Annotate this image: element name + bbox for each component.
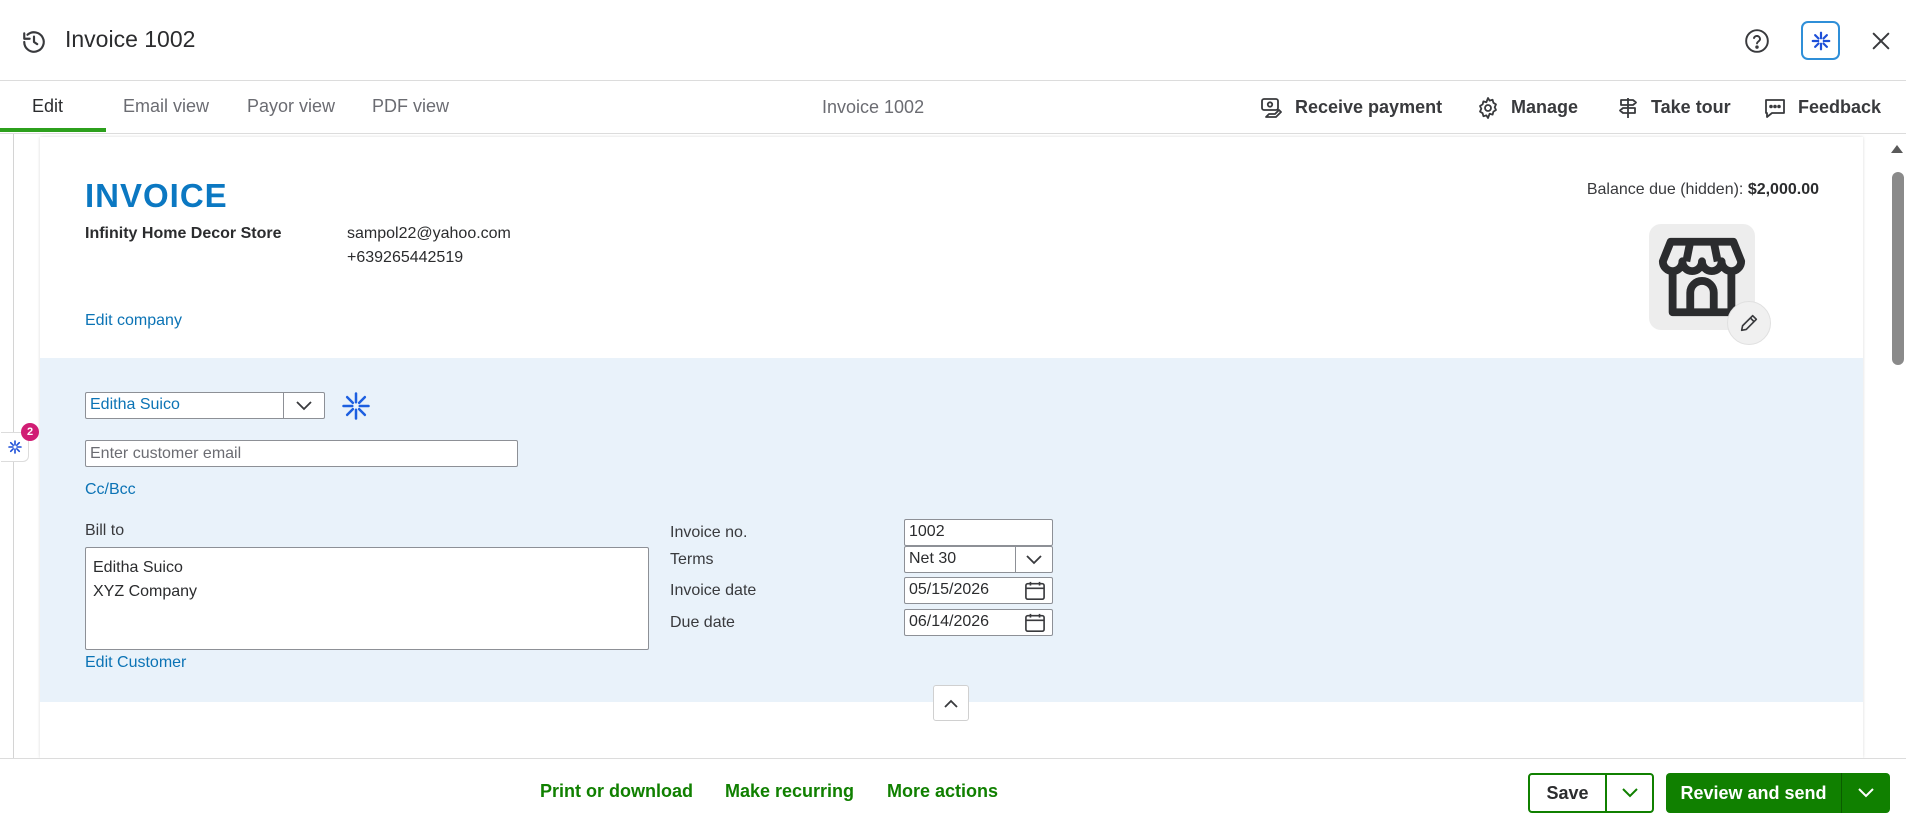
- ai-assistant-icon: [1811, 31, 1830, 50]
- chevron-up-icon: [944, 699, 958, 708]
- tabs-center-title: Invoice 1002: [822, 97, 925, 117]
- invoice-no-input[interactable]: 1002: [904, 519, 1053, 546]
- review-send-button-group: Review and send: [1666, 773, 1890, 813]
- feedback-label: Feedback: [1798, 97, 1882, 117]
- save-button-group: Save: [1528, 773, 1654, 813]
- gear-icon: [1475, 95, 1501, 121]
- calendar-icon[interactable]: [1021, 579, 1049, 602]
- cc-bcc-link[interactable]: Cc/Bcc: [85, 481, 136, 499]
- view-tabs-bar: Edit Email view Payor view PDF view Invo…: [0, 81, 1906, 134]
- bill-to-line-company: XYZ Company: [93, 583, 198, 600]
- ai-assistant-icon: [7, 440, 22, 454]
- chevron-down-icon[interactable]: [1015, 547, 1052, 572]
- pencil-icon: [1740, 314, 1758, 332]
- more-actions-link[interactable]: More actions: [887, 781, 998, 802]
- edit-company-link[interactable]: Edit company: [85, 312, 182, 330]
- company-email: sampol22@yahoo.com: [347, 225, 511, 242]
- feedback-button[interactable]: Feedback: [1762, 81, 1881, 134]
- customer-section: Editha Suico Cc/Bcc Bill to Editha Suico…: [40, 358, 1863, 702]
- balance-due: Balance due (hidden): $2,000.00: [1587, 181, 1819, 199]
- manage-button[interactable]: Manage: [1475, 81, 1578, 134]
- terms-label: Terms: [670, 551, 714, 568]
- invoice-no-value: 1002: [909, 523, 945, 540]
- receive-payment-label: Receive payment: [1295, 97, 1443, 117]
- due-date-input[interactable]: 06/14/2026: [904, 609, 1053, 636]
- due-date-label: Due date: [670, 614, 735, 631]
- notification-badge: 2: [21, 423, 39, 441]
- close-icon[interactable]: [1866, 26, 1896, 56]
- invoice-form: INVOICE Infinity Home Decor Store sampol…: [40, 137, 1863, 758]
- footer-bar: Print or download Make recurring More ac…: [0, 758, 1906, 826]
- balance-due-amount: $2,000.00: [1747, 181, 1819, 198]
- print-or-download-link[interactable]: Print or download: [540, 781, 693, 802]
- history-icon[interactable]: [18, 26, 50, 58]
- terms-select[interactable]: Net 30: [904, 546, 1053, 573]
- scrollbar-thumb[interactable]: [1892, 172, 1904, 365]
- chevron-down-icon: [1621, 788, 1638, 798]
- customer-ai-icon[interactable]: [340, 390, 372, 422]
- customer-select-value: Editha Suico: [90, 396, 180, 413]
- tab-payor-view[interactable]: Payor view: [247, 81, 335, 134]
- take-tour-button[interactable]: Take tour: [1615, 81, 1731, 134]
- customer-email-input[interactable]: [85, 440, 518, 467]
- edit-logo-button[interactable]: [1727, 301, 1771, 345]
- save-button[interactable]: Save: [1530, 775, 1607, 811]
- scroll-up-arrow[interactable]: [1890, 142, 1904, 156]
- customer-select[interactable]: Editha Suico: [85, 392, 325, 419]
- company-phone: +639265442519: [347, 249, 464, 266]
- invoice-no-label: Invoice no.: [670, 524, 748, 541]
- balance-due-label: Balance due (hidden):: [1586, 181, 1748, 198]
- review-and-send-button[interactable]: Review and send: [1666, 773, 1842, 813]
- feedback-icon: [1762, 95, 1788, 121]
- tab-email-view[interactable]: Email view: [123, 81, 209, 134]
- make-recurring-link[interactable]: Make recurring: [725, 781, 854, 802]
- invoice-date-label: Invoice date: [670, 582, 757, 599]
- calendar-icon[interactable]: [1021, 611, 1049, 634]
- edit-customer-link[interactable]: Edit Customer: [85, 654, 186, 672]
- save-options-button[interactable]: [1607, 775, 1652, 811]
- chevron-down-icon: [1858, 788, 1874, 798]
- due-date-value: 06/14/2026: [909, 613, 990, 630]
- chevron-down-icon[interactable]: [283, 393, 324, 418]
- tab-edit[interactable]: Edit: [32, 81, 63, 134]
- bill-to-textarea[interactable]: Editha Suico XYZ Company: [85, 547, 649, 650]
- bill-to-label: Bill to: [85, 522, 125, 539]
- terms-value: Net 30: [909, 550, 957, 567]
- tab-pdf-view[interactable]: PDF view: [372, 81, 449, 134]
- company-name: Infinity Home Decor Store: [85, 225, 282, 242]
- ai-assistant-button[interactable]: [1801, 21, 1840, 60]
- window-title: Invoice 1002: [65, 26, 196, 52]
- active-tab-indicator: [0, 128, 106, 132]
- invoice-heading: INVOICE: [85, 177, 228, 214]
- signpost-icon: [1615, 95, 1641, 121]
- collapse-section-button[interactable]: [933, 685, 969, 721]
- invoice-date-input[interactable]: 05/15/2026: [904, 577, 1053, 604]
- title-bar: Invoice 1002: [0, 0, 1906, 81]
- manage-label: Manage: [1511, 97, 1579, 117]
- receive-payment-icon: [1259, 95, 1285, 121]
- invoice-date-value: 05/15/2026: [909, 581, 990, 598]
- review-send-options-button[interactable]: [1842, 773, 1890, 813]
- bill-to-line-name: Editha Suico: [93, 559, 183, 576]
- receive-payment-button[interactable]: Receive payment: [1259, 81, 1442, 134]
- help-icon[interactable]: [1742, 26, 1772, 56]
- take-tour-label: Take tour: [1651, 97, 1731, 117]
